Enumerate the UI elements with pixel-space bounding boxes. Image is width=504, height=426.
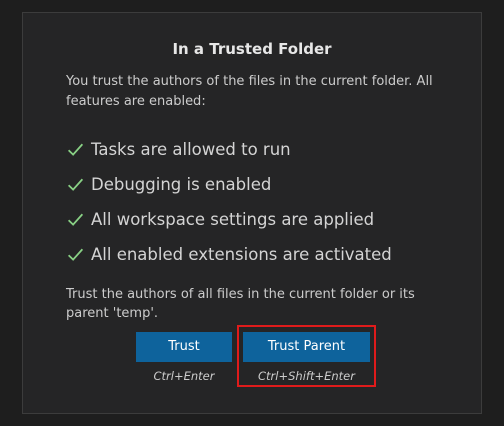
- feature-item: Debugging is enabled: [66, 172, 271, 196]
- trust-prompt: Trust the authors of all files in the cu…: [66, 287, 415, 321]
- check-icon: [67, 213, 84, 226]
- trust-button[interactable]: Trust: [136, 332, 232, 362]
- feature-item: All workspace settings are applied: [66, 207, 374, 231]
- panel-title: In a Trusted Folder: [172, 40, 332, 58]
- trust-shortcut: Ctrl+Enter: [153, 369, 215, 383]
- check-icon: [67, 248, 84, 261]
- feature-label: Debugging is enabled: [91, 174, 272, 194]
- check-icon: [67, 143, 84, 156]
- panel-description: You trust the authors of the files in th…: [66, 74, 433, 109]
- feature-item: All enabled extensions are activated: [66, 242, 392, 266]
- feature-label: All workspace settings are applied: [91, 209, 375, 229]
- highlight-box: [237, 325, 376, 387]
- feature-label: All enabled extensions are activated: [91, 244, 392, 264]
- check-icon: [67, 178, 84, 191]
- feature-label: Tasks are allowed to run: [91, 139, 291, 159]
- feature-item: Tasks are allowed to run: [66, 137, 291, 161]
